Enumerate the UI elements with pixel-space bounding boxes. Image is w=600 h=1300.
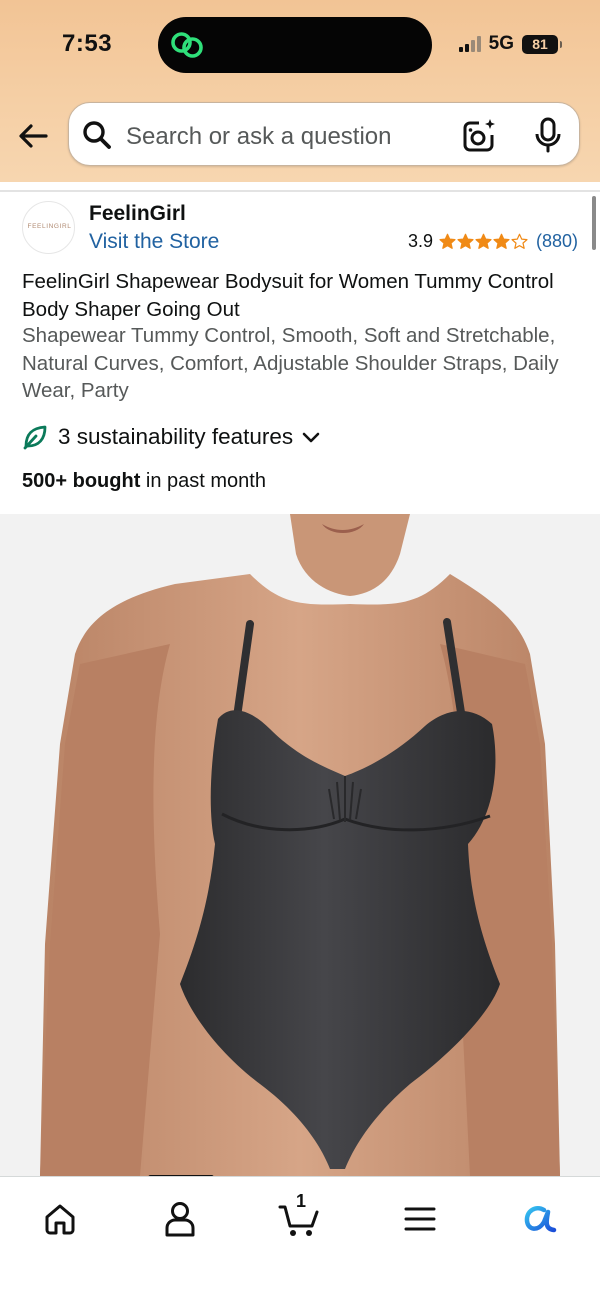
store-logo[interactable]: FEELINGIRL bbox=[22, 201, 75, 254]
battery-icon: 81 bbox=[522, 34, 562, 54]
search-bar[interactable]: Search or ask a question bbox=[68, 102, 580, 166]
tab-home[interactable] bbox=[38, 1197, 82, 1241]
store-logo-text: FEELINGIRL bbox=[27, 223, 72, 230]
top-header: 7:53 5G 81 Search or ask a question bbox=[0, 0, 600, 182]
battery-level: 81 bbox=[532, 35, 548, 52]
search-icon bbox=[83, 121, 111, 149]
rating-summary[interactable]: 3.9 (880) bbox=[408, 231, 578, 252]
chevron-down-icon bbox=[302, 432, 320, 443]
bought-count: 500+ bought bbox=[22, 470, 141, 492]
sustainability-features-toggle[interactable]: 3 sustainability features bbox=[22, 424, 321, 450]
tab-rufus[interactable] bbox=[518, 1197, 562, 1241]
microphone-icon[interactable] bbox=[533, 117, 563, 153]
status-indicators: 5G 81 bbox=[458, 33, 562, 55]
tab-account[interactable] bbox=[158, 1197, 202, 1241]
rating-count[interactable]: (880) bbox=[536, 231, 578, 252]
header-divider bbox=[0, 182, 600, 192]
search-input[interactable]: Search or ask a question bbox=[126, 123, 392, 151]
bodysuit-photo bbox=[40, 514, 560, 1176]
account-icon bbox=[165, 1202, 195, 1237]
link-icon bbox=[171, 32, 203, 58]
product-image[interactable] bbox=[0, 514, 600, 1176]
product-title: FeelinGirl Shapewear Bodysuit for Women … bbox=[22, 270, 554, 321]
sustainability-label: 3 sustainability features bbox=[58, 424, 294, 449]
status-time: 7:53 bbox=[62, 30, 113, 57]
store-name: FeelinGirl bbox=[89, 202, 186, 225]
network-type: 5G bbox=[488, 33, 514, 54]
star-rating bbox=[439, 233, 528, 250]
scrollbar[interactable] bbox=[592, 196, 596, 250]
tab-menu[interactable] bbox=[398, 1197, 442, 1241]
home-icon bbox=[45, 1204, 75, 1235]
leaf-icon bbox=[23, 425, 47, 450]
rufus-icon bbox=[524, 1205, 557, 1233]
star-full-icon bbox=[457, 233, 474, 249]
camera-lens-icon[interactable] bbox=[461, 117, 497, 153]
back-arrow-icon[interactable] bbox=[16, 118, 52, 154]
product-subtitle: Shapewear Tummy Control, Smooth, Soft an… bbox=[22, 324, 559, 402]
bottom-tab-bar: 1 bbox=[0, 1176, 600, 1300]
menu-icon bbox=[404, 1207, 436, 1231]
bought-in-past-month: 500+ bought in past month bbox=[22, 470, 266, 493]
bought-period: in past month bbox=[140, 470, 266, 492]
star-full-icon bbox=[475, 233, 492, 249]
dynamic-island bbox=[158, 17, 432, 73]
visit-store-link[interactable]: Visit the Store bbox=[89, 230, 219, 254]
cellular-signal-icon bbox=[458, 36, 481, 52]
rating-value: 3.9 bbox=[407, 231, 433, 251]
cart-count: 1 bbox=[295, 1191, 306, 1211]
star-partial-icon bbox=[493, 233, 510, 249]
star-full-icon bbox=[439, 233, 456, 249]
star-empty-icon bbox=[511, 233, 528, 249]
